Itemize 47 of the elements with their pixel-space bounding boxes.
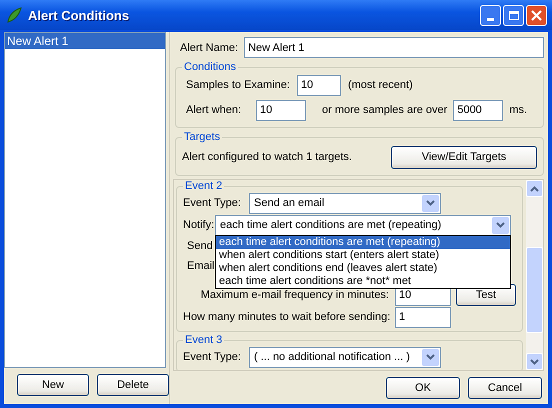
event-type-label: Event Type: <box>183 197 242 209</box>
targets-heading: Targets <box>183 131 222 143</box>
window-title: Alert Conditions <box>28 8 130 22</box>
cancel-button[interactable]: Cancel <box>468 377 542 399</box>
event-type-dropdown[interactable]: ( ... no additional notification ... ) <box>249 346 441 368</box>
notify-option[interactable]: when alert conditions end (leaves alert state) <box>216 262 510 275</box>
scroll-down-icon[interactable] <box>526 353 543 370</box>
max-frequency-label: Maximum e-mail frequency in minutes: <box>200 289 389 301</box>
samples-label: Samples to Examine: <box>186 79 290 91</box>
condition-text: or more samples are over <box>322 104 448 116</box>
sample-count-field[interactable]: 10 <box>256 100 306 120</box>
view-edit-targets-button[interactable]: View/Edit Targets <box>391 146 537 168</box>
alert-name-label: Alert Name: <box>180 42 238 54</box>
samples-field[interactable]: 10 <box>296 74 341 96</box>
ok-button[interactable]: OK <box>386 377 460 399</box>
chevron-down-icon <box>492 216 509 234</box>
minimize-button[interactable] <box>480 4 501 26</box>
threshold-field[interactable]: 5000 <box>453 100 504 120</box>
event-heading: Event 3 <box>184 334 224 346</box>
maximize-button[interactable] <box>503 4 524 26</box>
alert-name-field[interactable]: New Alert 1 <box>244 37 544 58</box>
event-type-label: Event Type: <box>183 351 242 363</box>
targets-summary: Alert configured to watch 1 targets. <box>182 151 352 163</box>
new-button[interactable]: New <box>17 374 89 396</box>
unit-label: ms. <box>509 104 528 116</box>
alert-when-label: Alert when: <box>186 104 242 116</box>
chevron-down-icon <box>422 348 439 366</box>
wait-minutes-field[interactable]: 1 <box>395 306 451 328</box>
close-icon <box>530 8 543 22</box>
conditions-heading: Conditions <box>183 61 237 73</box>
samples-note: (most recent) <box>348 79 413 91</box>
scrollbar[interactable] <box>526 180 543 370</box>
wait-minutes-label: How many minutes to wait before sending: <box>183 311 389 323</box>
email-label: Email <box>186 260 215 272</box>
notify-label: Notify: <box>183 219 215 231</box>
leaf-icon <box>6 7 22 23</box>
send-label: Send <box>186 240 213 252</box>
delete-button[interactable]: Delete <box>97 374 169 396</box>
notify-option[interactable]: when alert conditions start (enters alert state) <box>216 249 510 262</box>
notify-dropdown[interactable]: each time alert conditions are met (repeating) <box>215 214 511 236</box>
scroll-up-icon[interactable] <box>526 180 543 197</box>
event-type-dropdown[interactable]: Send an email <box>249 192 441 214</box>
alert-list-item[interactable]: New Alert 1 <box>5 33 165 49</box>
close-button[interactable] <box>526 4 547 26</box>
notify-option[interactable]: each time alert conditions are met (repeating) <box>216 236 510 249</box>
chevron-down-icon <box>422 194 439 212</box>
event-heading: Event 2 <box>184 180 224 192</box>
